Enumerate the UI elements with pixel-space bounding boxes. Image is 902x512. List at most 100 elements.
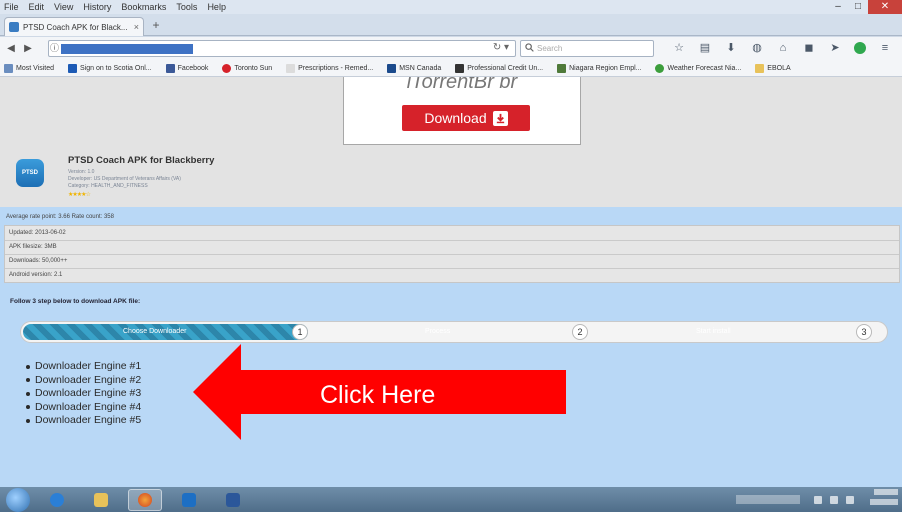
taskbar-word[interactable] [216, 489, 250, 511]
bookmark-credit-union[interactable]: Professional Credit Un... [455, 64, 543, 73]
step-label-process: Process [425, 328, 451, 335]
window-controls: – □ ✕ [828, 0, 902, 14]
menu-history[interactable]: History [83, 2, 111, 12]
reload-icon[interactable]: ↻ ▾ [493, 42, 509, 53]
star-icon [4, 64, 13, 73]
taskbar-folder[interactable] [84, 489, 118, 511]
url-selection[interactable] [61, 44, 193, 54]
search-input[interactable]: Search [537, 44, 562, 53]
back-button[interactable]: ◀ [4, 42, 18, 56]
taskbar [0, 487, 902, 512]
step-label-choose-downloader[interactable]: Choose Downloader [123, 328, 186, 335]
menu-edit[interactable]: Edit [29, 2, 45, 12]
detail-divider [5, 254, 899, 255]
outlook-icon [182, 492, 196, 507]
bookmark-prescriptions[interactable]: Prescriptions - Remed... [286, 64, 373, 73]
menu-view[interactable]: View [54, 2, 73, 12]
minimize-button[interactable]: – [828, 0, 848, 14]
toolbar-icons: ☆ ▤ ⬇ ◍ ⌂ ◼ ➤ ≡ [672, 41, 902, 55]
engine-link-2[interactable]: Downloader Engine #2 [35, 374, 141, 388]
engine-link-4[interactable]: Downloader Engine #4 [35, 401, 141, 415]
network-icon[interactable] [830, 495, 838, 504]
bullet-icon [26, 364, 30, 369]
bookmark-niagara[interactable]: Niagara Region Empl... [557, 64, 641, 73]
engine-link-5[interactable]: Downloader Engine #5 [35, 414, 141, 428]
system-tray [736, 487, 862, 512]
detail-divider [5, 268, 899, 269]
engine-link-1[interactable]: Downloader Engine #1 [35, 360, 141, 374]
maximize-button[interactable]: □ [848, 0, 868, 14]
system-clock[interactable] [866, 489, 898, 509]
bookmark-toronto-sun[interactable]: Toronto Sun [222, 64, 272, 73]
bullet-icon [26, 391, 30, 396]
list-item[interactable]: Downloader Engine #5 [26, 414, 141, 428]
firefox-icon [138, 492, 152, 507]
page-content: iTorrentBr br Download PTSD PTSD Coach A… [0, 77, 902, 487]
steps-title: Follow 3 step below to download APK file… [10, 298, 141, 305]
home-icon[interactable]: ⌂ [776, 41, 790, 55]
facebook-icon [165, 64, 175, 73]
pocket-icon[interactable]: ◍ [750, 41, 764, 55]
star-icon[interactable]: ☆ [672, 41, 686, 55]
close-window-button[interactable]: ✕ [868, 0, 902, 14]
tab-close-icon[interactable]: × [134, 22, 139, 32]
tray-notification[interactable] [736, 495, 800, 504]
list-item[interactable]: Downloader Engine #4 [26, 401, 141, 415]
bullet-icon [26, 378, 30, 383]
step-number-1[interactable]: 1 [292, 324, 308, 340]
detail-downloads: Downloads: 50,000++ [9, 258, 68, 264]
bookmark-ebola[interactable]: EBOLA [755, 64, 791, 73]
sun-icon [222, 64, 232, 73]
download-arrow-icon [492, 110, 508, 126]
taskbar-explorer[interactable] [40, 489, 74, 511]
bookmark-facebook[interactable]: Facebook [165, 64, 208, 73]
bullet-icon [26, 405, 30, 410]
bookmark-most-visited[interactable]: Most Visited [4, 64, 54, 73]
menu-bookmarks[interactable]: Bookmarks [121, 2, 166, 12]
volume-icon[interactable] [846, 495, 854, 504]
menu-bar: File Edit View History Bookmarks Tools H… [0, 0, 902, 14]
chat-icon[interactable]: ◼ [802, 41, 816, 55]
taskbar-outlook[interactable] [172, 489, 206, 511]
new-tab-button[interactable]: + [148, 19, 164, 33]
tab-title: PTSD Coach APK for Black... [23, 22, 128, 32]
menu-file[interactable]: File [4, 2, 19, 12]
list-item[interactable]: Downloader Engine #3 [26, 387, 141, 401]
credit-union-icon [455, 64, 465, 73]
site-info-icon[interactable]: ⓘ [49, 41, 60, 55]
app-developer: Developer: US Department of Veterans Aff… [68, 176, 181, 182]
bookmark-weather[interactable]: Weather Forecast Nia... [655, 64, 741, 73]
folder-icon [94, 492, 108, 507]
menu-help[interactable]: Help [207, 2, 226, 12]
downloader-engine-list: Downloader Engine #1 Downloader Engine #… [26, 360, 141, 428]
tray-flag-icon[interactable] [814, 495, 822, 504]
download-icon[interactable]: ⬇ [724, 41, 738, 55]
list-item[interactable]: Downloader Engine #2 [26, 374, 141, 388]
start-button[interactable] [6, 487, 30, 512]
click-here-label: Click Here [320, 381, 436, 409]
engine-link-3[interactable]: Downloader Engine #3 [35, 387, 141, 401]
download-label: Download [424, 110, 487, 126]
send-icon[interactable]: ➤ [828, 41, 842, 55]
bookmark-list-icon[interactable]: ▤ [698, 41, 712, 55]
ad-area: iTorrentBr br Download [0, 77, 902, 149]
address-bar[interactable]: ⓘ ↻ ▾ [48, 40, 516, 57]
tab-ptsd-coach[interactable]: PTSD Coach APK for Black... × [4, 17, 144, 36]
menu-icon[interactable]: ≡ [878, 41, 892, 55]
menu-tools[interactable]: Tools [176, 2, 197, 12]
ad-brand-text: iTorrentBr br [406, 77, 518, 93]
list-item[interactable]: Downloader Engine #1 [26, 360, 141, 374]
bookmark-msn[interactable]: MSN Canada [387, 64, 441, 73]
ad-banner[interactable]: iTorrentBr br Download [343, 77, 581, 145]
detail-divider [5, 240, 899, 241]
word-icon [226, 492, 240, 507]
folder-icon [755, 64, 765, 73]
forward-button[interactable]: ▶ [21, 42, 35, 56]
search-box[interactable]: Search [520, 40, 654, 57]
step-number-3: 3 [856, 324, 872, 340]
extension-icon[interactable] [854, 42, 866, 54]
scotia-icon [68, 64, 77, 73]
ad-download-button[interactable]: Download [402, 105, 530, 131]
taskbar-firefox[interactable] [128, 488, 162, 511]
bookmark-scotia[interactable]: Sign on to Scotia Onl... [68, 64, 152, 73]
